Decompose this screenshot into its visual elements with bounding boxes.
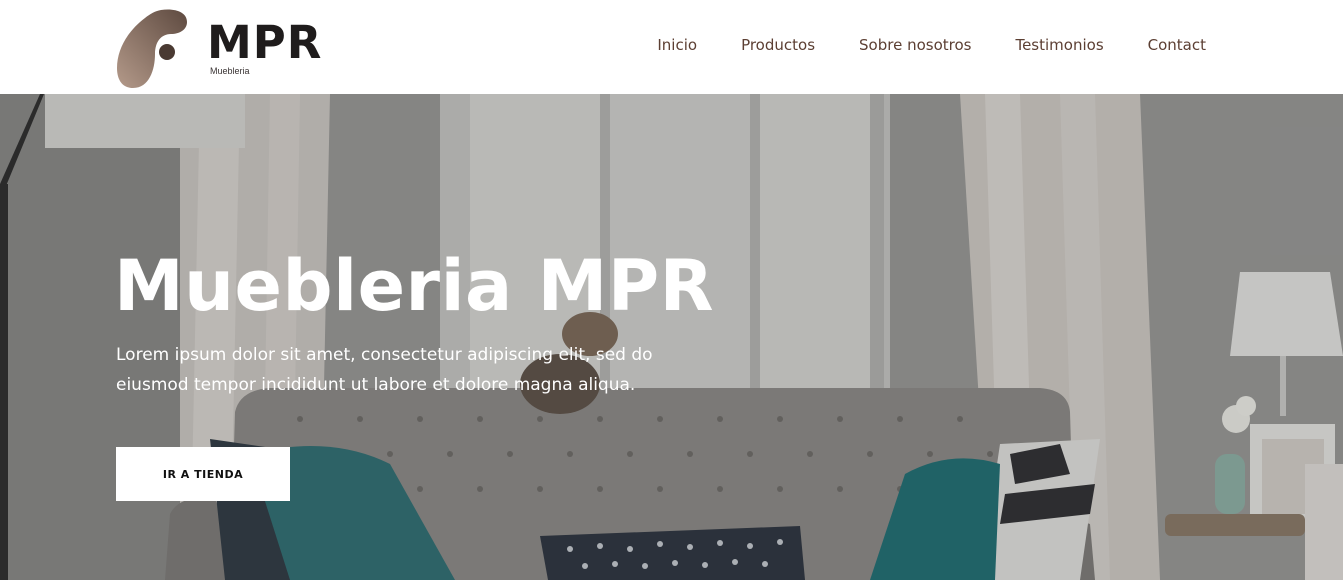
nav-item-testimonios[interactable]: Testimonios bbox=[1015, 36, 1103, 54]
go-to-store-button[interactable]: IR A TIENDA bbox=[116, 447, 290, 501]
hero-title: Muebleria MPR bbox=[114, 245, 715, 327]
main-nav: Inicio Productos Sobre nosotros Testimon… bbox=[657, 36, 1206, 54]
brand-logo-mark-icon bbox=[117, 9, 187, 88]
brand-logo[interactable]: MPR Muebleria bbox=[115, 6, 330, 90]
nav-item-productos[interactable]: Productos bbox=[741, 36, 815, 54]
site-header: MPR Muebleria Inicio Productos Sobre nos… bbox=[0, 0, 1343, 94]
brand-subtitle: Muebleria bbox=[210, 66, 250, 76]
hero-overlay bbox=[0, 94, 1343, 580]
nav-item-inicio[interactable]: Inicio bbox=[657, 36, 697, 54]
brand-name: MPR bbox=[207, 16, 323, 69]
hero-description: Lorem ipsum dolor sit amet, consectetur … bbox=[116, 345, 653, 395]
nav-item-sobre-nosotros[interactable]: Sobre nosotros bbox=[859, 36, 971, 54]
nav-item-contact[interactable]: Contact bbox=[1148, 36, 1206, 54]
hero-section: Muebleria MPR Lorem ipsum dolor sit amet… bbox=[0, 94, 1343, 580]
